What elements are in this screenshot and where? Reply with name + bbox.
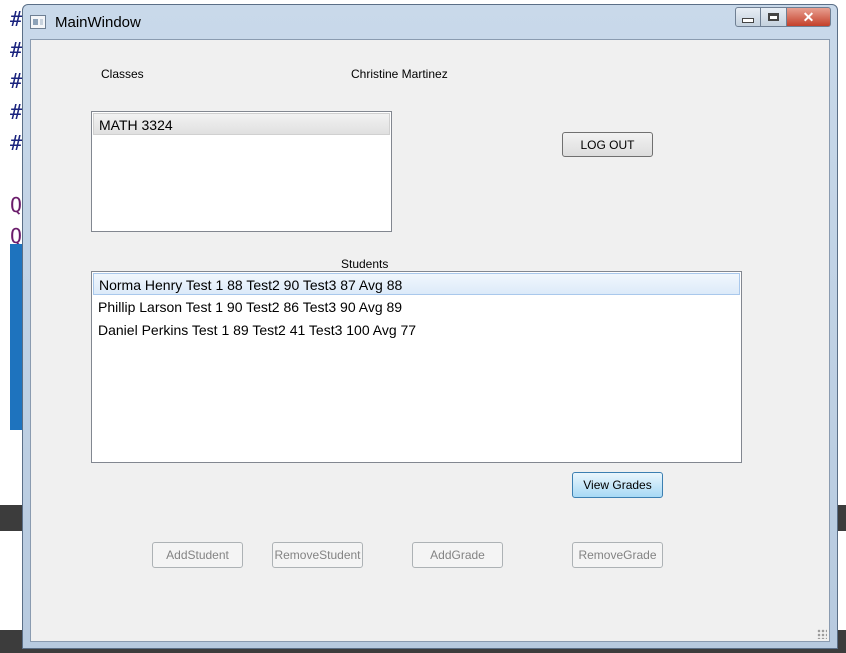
close-icon: ✕	[802, 8, 815, 25]
main-window: MainWindow ✕ Classes Christine Martinez …	[22, 4, 838, 649]
classes-label: Classes	[101, 67, 144, 81]
student-list-item[interactable]: Norma Henry Test 1 88 Test2 90 Test3 87 …	[93, 273, 740, 295]
logout-button[interactable]: LOG OUT	[562, 132, 653, 157]
add-grade-button[interactable]: AddGrade	[412, 542, 503, 568]
student-list-item[interactable]: Phillip Larson Test 1 90 Test2 86 Test3 …	[93, 296, 740, 318]
add-student-button[interactable]: AddStudent	[152, 542, 243, 568]
minimize-icon	[742, 17, 754, 23]
remove-grade-button[interactable]: RemoveGrade	[572, 542, 663, 568]
close-button[interactable]: ✕	[787, 7, 831, 27]
window-title: MainWindow	[55, 14, 141, 31]
remove-student-button[interactable]: RemoveStudent	[272, 542, 363, 568]
user-name-label: Christine Martinez	[351, 67, 448, 81]
students-label: Students	[341, 257, 389, 271]
minimize-button[interactable]	[735, 7, 761, 27]
resize-grip[interactable]	[817, 629, 827, 639]
maximize-icon	[768, 13, 779, 21]
class-list-item[interactable]: MATH 3324	[93, 113, 390, 135]
students-listbox[interactable]: Norma Henry Test 1 88 Test2 90 Test3 87 …	[91, 271, 742, 463]
maximize-button[interactable]	[761, 7, 787, 27]
view-grades-button[interactable]: View Grades	[572, 472, 663, 498]
window-controls: ✕	[735, 7, 831, 27]
app-window-icon	[30, 15, 46, 29]
window-client-area: Classes Christine Martinez MATH 3324 LOG…	[30, 39, 830, 642]
classes-listbox[interactable]: MATH 3324	[91, 111, 392, 232]
background-code: # # # # # Q Q	[10, 7, 23, 248]
student-list-item[interactable]: Daniel Perkins Test 1 89 Test2 41 Test3 …	[93, 319, 740, 341]
title-bar[interactable]: MainWindow ✕	[23, 5, 837, 39]
